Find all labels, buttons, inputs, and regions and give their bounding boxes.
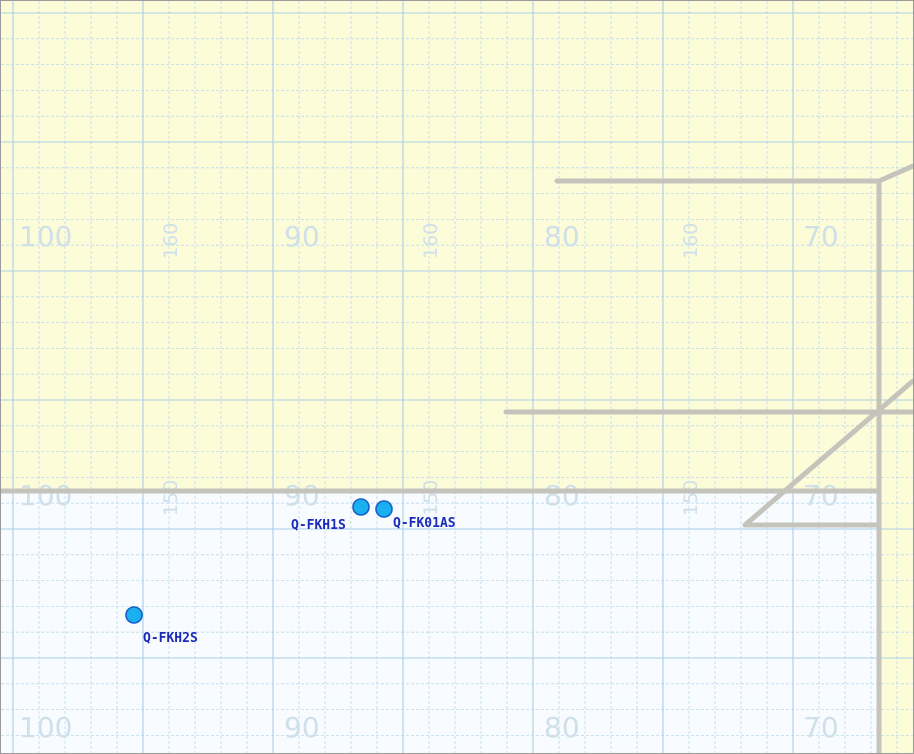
grid-label-row3-70: 70 (803, 711, 839, 744)
grid-label-row3-80: 80 (544, 711, 580, 744)
station-label: Q-FK01AS (393, 516, 456, 531)
grid-label-rot2-a: 150 (160, 480, 182, 516)
grid-label-rot1-b: 160 (420, 223, 442, 259)
grid-label-row2-80: 80 (544, 479, 580, 512)
grid-label-rot2-c: 150 (680, 480, 702, 516)
grid-label-rot2-b: 150 (420, 480, 442, 516)
station-label: Q-FKH1S (291, 518, 346, 533)
grid-label-row1-70: 70 (803, 220, 839, 253)
grid-label-row2-70: 70 (803, 479, 839, 512)
map-canvas[interactable]: 100 90 80 70 100 90 80 70 100 90 80 70 1… (1, 1, 913, 753)
station-marker-icon[interactable] (125, 606, 143, 624)
map-view[interactable]: 100 90 80 70 100 90 80 70 100 90 80 70 1… (0, 0, 914, 754)
grid-label-row1-100: 100 (19, 220, 72, 253)
grid-label-row3-100: 100 (19, 711, 72, 744)
station-label: Q-FKH2S (143, 631, 198, 646)
grid-label-row3-90: 90 (284, 711, 320, 744)
grid-label-row2-100: 100 (19, 479, 72, 512)
land-area (1, 1, 913, 491)
grid-label-row2-90: 90 (284, 479, 320, 512)
grid-label-rot1-a: 160 (160, 223, 182, 259)
land-area-east (879, 491, 913, 753)
grid-label-row1-90: 90 (284, 220, 320, 253)
grid-label-rot1-c: 160 (680, 223, 702, 259)
station-marker-icon[interactable] (352, 498, 370, 516)
station-marker-icon[interactable] (375, 500, 393, 518)
grid-label-row1-80: 80 (544, 220, 580, 253)
